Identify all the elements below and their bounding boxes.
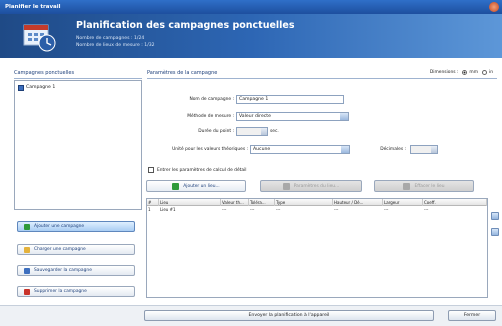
detail-calc-label: Entrer les paramètres de calcul de détai…	[157, 167, 247, 173]
theoretical-unit-value: Aucune	[253, 147, 271, 152]
table-cell: ---	[250, 207, 255, 212]
close-button[interactable]: Fermer	[448, 310, 496, 321]
campaign-name-label: Nom de campagne :	[189, 97, 234, 102]
delete-campaign-label: Supprimer la campagne	[34, 289, 87, 294]
move-down-icon[interactable]	[491, 228, 499, 236]
dimensions-label: Dimensions :	[429, 70, 459, 75]
window-title: Planifier le travail	[5, 4, 61, 10]
table-cell: ---	[334, 207, 339, 212]
detail-calc-option[interactable]: Entrer les paramètres de calcul de détai…	[148, 167, 247, 173]
column-header[interactable]: Type	[275, 199, 333, 206]
load-campaign-label: Charger une campagne	[34, 247, 86, 252]
column-header[interactable]: Valeur th...	[221, 199, 249, 206]
delete-icon	[24, 288, 30, 295]
close-icon[interactable]	[489, 2, 499, 12]
dimensions-in-label: in	[488, 70, 493, 75]
column-header[interactable]: Toléra...	[249, 199, 275, 206]
add-campaign-label: Ajouter une campagne	[34, 224, 85, 229]
add-location-label: Ajouter un lieu...	[183, 183, 220, 189]
plus-icon	[172, 182, 180, 190]
send-to-device-button[interactable]: Envoyer la planification à l'appareil	[144, 310, 434, 321]
dimensions-mm-label: mm	[469, 70, 478, 75]
point-duration-stepper[interactable]	[236, 127, 268, 136]
campaign-icon	[18, 84, 24, 91]
campaign-list-item[interactable]: Campagne 1	[18, 84, 55, 91]
campaign-params-header: Paramètres de la campagne Dimensions : m…	[147, 70, 497, 79]
delete-location-label: Effacer le lieu	[414, 183, 445, 189]
column-header[interactable]: Hauteur / Dé...	[333, 199, 383, 206]
load-campaign-button[interactable]: Charger une campagne	[17, 244, 135, 255]
delete-icon	[403, 182, 411, 190]
decimals-stepper[interactable]	[410, 145, 438, 154]
table-cell: ---	[276, 207, 281, 212]
table-cell: ---	[222, 207, 227, 212]
column-header[interactable]: Largeur	[383, 199, 423, 206]
column-header[interactable]: #	[147, 199, 159, 206]
decimals-label: Décimales :	[380, 147, 406, 152]
location-params-button[interactable]: Paramètres du lieu...	[260, 180, 362, 192]
table-header: # Lieu Valeur th... Toléra... Type Haute…	[147, 199, 487, 206]
table-cell: ---	[424, 207, 429, 212]
move-up-icon[interactable]	[491, 212, 499, 220]
banner-location-count: Nombre de lieux de mesure : 1/32	[76, 43, 155, 48]
column-header[interactable]: Lieu	[159, 199, 221, 206]
table-cell: 1	[148, 207, 151, 212]
dimensions-mm-radio[interactable]	[462, 70, 468, 75]
point-duration-label: Durée du point :	[198, 129, 234, 134]
delete-location-button[interactable]: Effacer le lieu	[374, 180, 474, 192]
header-banner: Planification des campagnes ponctuelles …	[0, 14, 502, 58]
campaign-list-item-label: Campagne 1	[26, 85, 56, 90]
save-icon	[24, 267, 30, 274]
dimensions-in-radio[interactable]	[481, 70, 487, 75]
table-row[interactable]: 1 Lieu #1 --- --- --- --- --- ---	[147, 206, 487, 213]
table-cell: Lieu #1	[160, 207, 176, 212]
folder-icon	[24, 246, 30, 253]
stepper-arrows-icon[interactable]	[431, 146, 437, 153]
planning-logo-icon	[23, 24, 56, 52]
column-header[interactable]: Coeff.	[423, 199, 487, 206]
campaign-list[interactable]: Campagne 1	[14, 80, 142, 210]
table-cell: ---	[384, 207, 389, 212]
add-campaign-button[interactable]: Ajouter une campagne	[17, 221, 135, 232]
delete-campaign-button[interactable]: Supprimer la campagne	[17, 286, 135, 297]
measure-method-value: Valeur directe	[239, 114, 271, 119]
add-location-button[interactable]: Ajouter un lieu...	[146, 180, 246, 192]
campaigns-panel-header: Campagnes ponctuelles	[14, 70, 142, 79]
dimensions-selector: Dimensions : mm in	[430, 70, 493, 75]
settings-icon	[282, 182, 290, 190]
stepper-arrows-icon[interactable]	[261, 128, 267, 135]
location-params-label: Paramètres du lieu...	[293, 183, 340, 189]
campaign-params-title: Paramètres de la campagne	[147, 70, 218, 76]
save-campaign-label: Sauvegarder la campagne	[34, 268, 92, 273]
locations-table[interactable]: # Lieu Valeur th... Toléra... Type Haute…	[146, 198, 488, 298]
detail-calc-checkbox[interactable]	[148, 167, 154, 173]
chevron-down-icon	[341, 146, 349, 153]
measure-method-label: Méthode de mesure :	[187, 114, 234, 119]
banner-campaign-count: Nombre de campagnes : 1/24	[76, 36, 145, 41]
banner-title: Planification des campagnes ponctuelles	[76, 20, 295, 31]
theoretical-unit-select[interactable]: Aucune	[250, 145, 350, 154]
save-campaign-button[interactable]: Sauvegarder la campagne	[17, 265, 135, 276]
theoretical-unit-label: Unité pour les valeurs théoriques :	[172, 147, 248, 152]
campaign-name-field[interactable]: Campagne 1	[236, 95, 344, 104]
chevron-down-icon	[340, 113, 348, 120]
measure-method-select[interactable]: Valeur directe	[236, 112, 349, 121]
point-duration-unit: sec.	[270, 129, 279, 134]
window-titlebar: Planifier le travail	[0, 0, 502, 14]
plus-icon	[24, 223, 30, 230]
